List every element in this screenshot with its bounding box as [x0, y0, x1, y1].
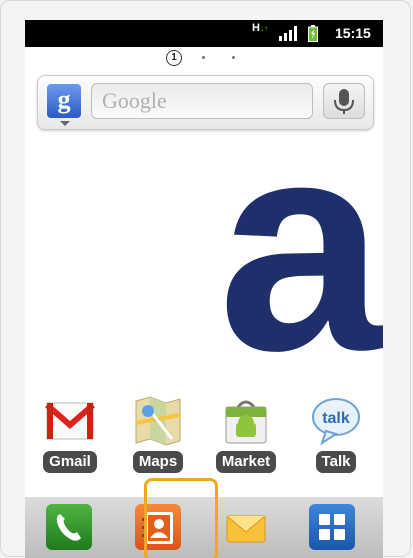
- google-logo-letter: g: [57, 85, 71, 114]
- app-label: Talk: [315, 451, 357, 473]
- microphone-icon: [334, 89, 354, 114]
- app-talk[interactable]: talk Talk: [301, 395, 371, 473]
- app-maps[interactable]: Maps: [123, 395, 193, 473]
- gmail-icon: [44, 395, 96, 447]
- app-gmail[interactable]: Gmail: [35, 395, 105, 473]
- phone-screen: H↓↑ 15:15 1 g Google a Gmail Maps Market…: [25, 20, 383, 558]
- app-label: Gmail: [43, 451, 97, 473]
- phone-icon: [56, 514, 81, 541]
- page-indicator-current: 1: [166, 50, 182, 66]
- app-drawer-icon: [319, 514, 345, 540]
- app-drawer-button[interactable]: [309, 504, 355, 550]
- voice-search-button[interactable]: [323, 83, 365, 119]
- phone-button[interactable]: [46, 504, 92, 550]
- google-logo-icon[interactable]: g: [47, 84, 81, 118]
- app-label: Market: [215, 451, 277, 473]
- search-input[interactable]: Google: [91, 83, 313, 119]
- status-bar: H↓↑ 15:15: [25, 20, 383, 47]
- page-indicator-dot: [232, 56, 235, 59]
- messaging-button[interactable]: [223, 504, 269, 550]
- signal-icon: [279, 26, 297, 41]
- market-icon: [220, 395, 272, 447]
- talk-icon-text: talk: [322, 410, 350, 427]
- status-time: 15:15: [335, 25, 371, 41]
- page-indicator: 1: [25, 47, 383, 71]
- wallpaper-letter: a: [218, 120, 383, 370]
- network-type-icon: H↓↑: [252, 22, 268, 34]
- page-indicator-dot: [202, 56, 205, 59]
- search-source-caret-icon: [60, 121, 70, 126]
- app-label: Maps: [132, 451, 184, 473]
- talk-icon: talk: [310, 395, 362, 447]
- contacts-highlight-box: [144, 478, 218, 558]
- battery-charging-icon: [308, 25, 318, 42]
- maps-icon: [132, 395, 184, 447]
- app-market[interactable]: Market: [211, 395, 281, 473]
- messaging-icon: [226, 515, 266, 543]
